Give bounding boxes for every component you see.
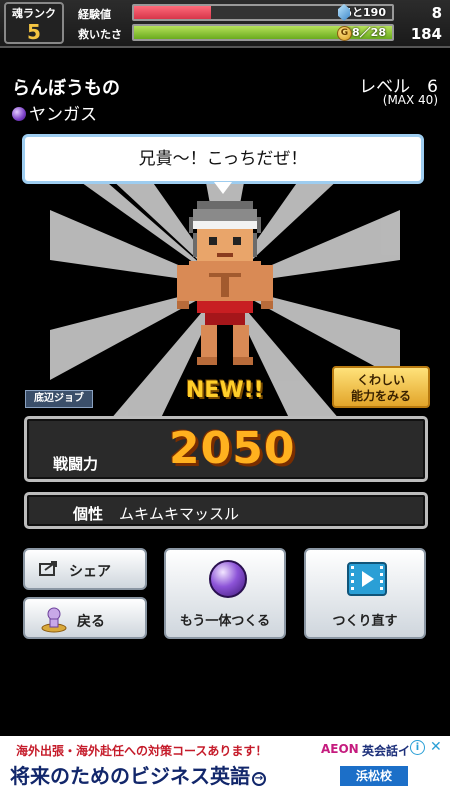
ad-info-icon[interactable]: i	[410, 740, 425, 755]
details-line1: くわしい	[356, 373, 405, 387]
character-title: らんぼうもの	[12, 78, 120, 99]
view-details-button[interactable]: くわしい 能力をみる	[332, 366, 430, 408]
ad-school-badge: 浜松校	[340, 766, 408, 786]
exp-label: 経験値	[78, 8, 111, 21]
coin-icon: G	[337, 26, 352, 41]
ad-subheadline: 海外出張・海外赴任への対策コースあります！	[16, 744, 268, 758]
soul-rank-label: 魂ランク	[12, 7, 56, 20]
combat-power-label: 戦闘力	[53, 455, 99, 473]
character-class: ヤンガス	[12, 100, 97, 125]
speech-bubble-tail	[214, 182, 232, 194]
share-label: シェア	[69, 564, 111, 580]
combat-power-value: 2050	[169, 423, 296, 474]
details-line2: 能力をみる	[350, 389, 411, 403]
new-badge: NEW!!	[186, 378, 264, 403]
hp-label: 救いたさ	[78, 28, 122, 41]
ad-banner[interactable]: 海外出張・海外赴任への対策コースあります！ 将来のためのビジネス英語 → AEON…	[0, 736, 450, 800]
gem-icon	[338, 4, 350, 21]
arrow-right-icon: →	[252, 772, 266, 786]
back-button[interactable]: 戻る	[23, 597, 147, 639]
exp-bar-fill	[134, 6, 212, 19]
back-label: 戻る	[77, 614, 105, 630]
level-max: (MAX 40)	[382, 93, 438, 107]
character-return-icon	[41, 607, 67, 633]
ad-brand-logo: AEON	[321, 742, 359, 756]
gem-counter: 8	[336, 3, 444, 23]
coin-counter: G 184	[336, 24, 444, 44]
make-another-button[interactable]: もう一体つくる	[164, 548, 286, 639]
job-badge: 底辺ジョブ	[25, 390, 93, 408]
character-class-name: ヤンガス	[29, 105, 97, 125]
film-play-icon	[347, 562, 387, 596]
soul-rank-value: 5	[27, 20, 41, 44]
status-bar: 魂ランク 5 経験値 あと190 救いたさ 28／28 8 G 184	[0, 0, 450, 48]
soul-rank-box: 魂ランク 5	[4, 2, 64, 44]
purple-orb-icon	[209, 560, 247, 598]
gem-count: 8	[431, 4, 442, 22]
trait-panel: 個性 ムキムキマッスル	[24, 492, 428, 529]
remake-label: つくり直す	[332, 614, 398, 629]
ad-close-icon[interactable]: ✕	[430, 739, 442, 755]
trait-value: ムキムキマッスル	[119, 505, 240, 523]
make-another-label: もう一体つくる	[179, 614, 271, 629]
share-icon	[39, 561, 57, 576]
coin-count: 184	[410, 25, 442, 43]
remake-button[interactable]: つくり直す	[304, 548, 426, 639]
ad-headline-text: 将来のためのビジネス英語	[10, 764, 250, 788]
ad-tagline: 英会話イ	[362, 744, 411, 758]
speech-bubble: 兄貴〜！こっちだぜ！	[22, 134, 424, 184]
purple-orb-icon	[12, 107, 26, 121]
character-sprite	[177, 201, 273, 365]
ad-headline: 将来のためのビジネス英語 →	[10, 760, 266, 789]
share-button[interactable]: シェア	[23, 548, 147, 590]
combat-power-panel: 戦闘力 2050	[24, 416, 428, 482]
trait-label: 個性	[73, 505, 104, 523]
